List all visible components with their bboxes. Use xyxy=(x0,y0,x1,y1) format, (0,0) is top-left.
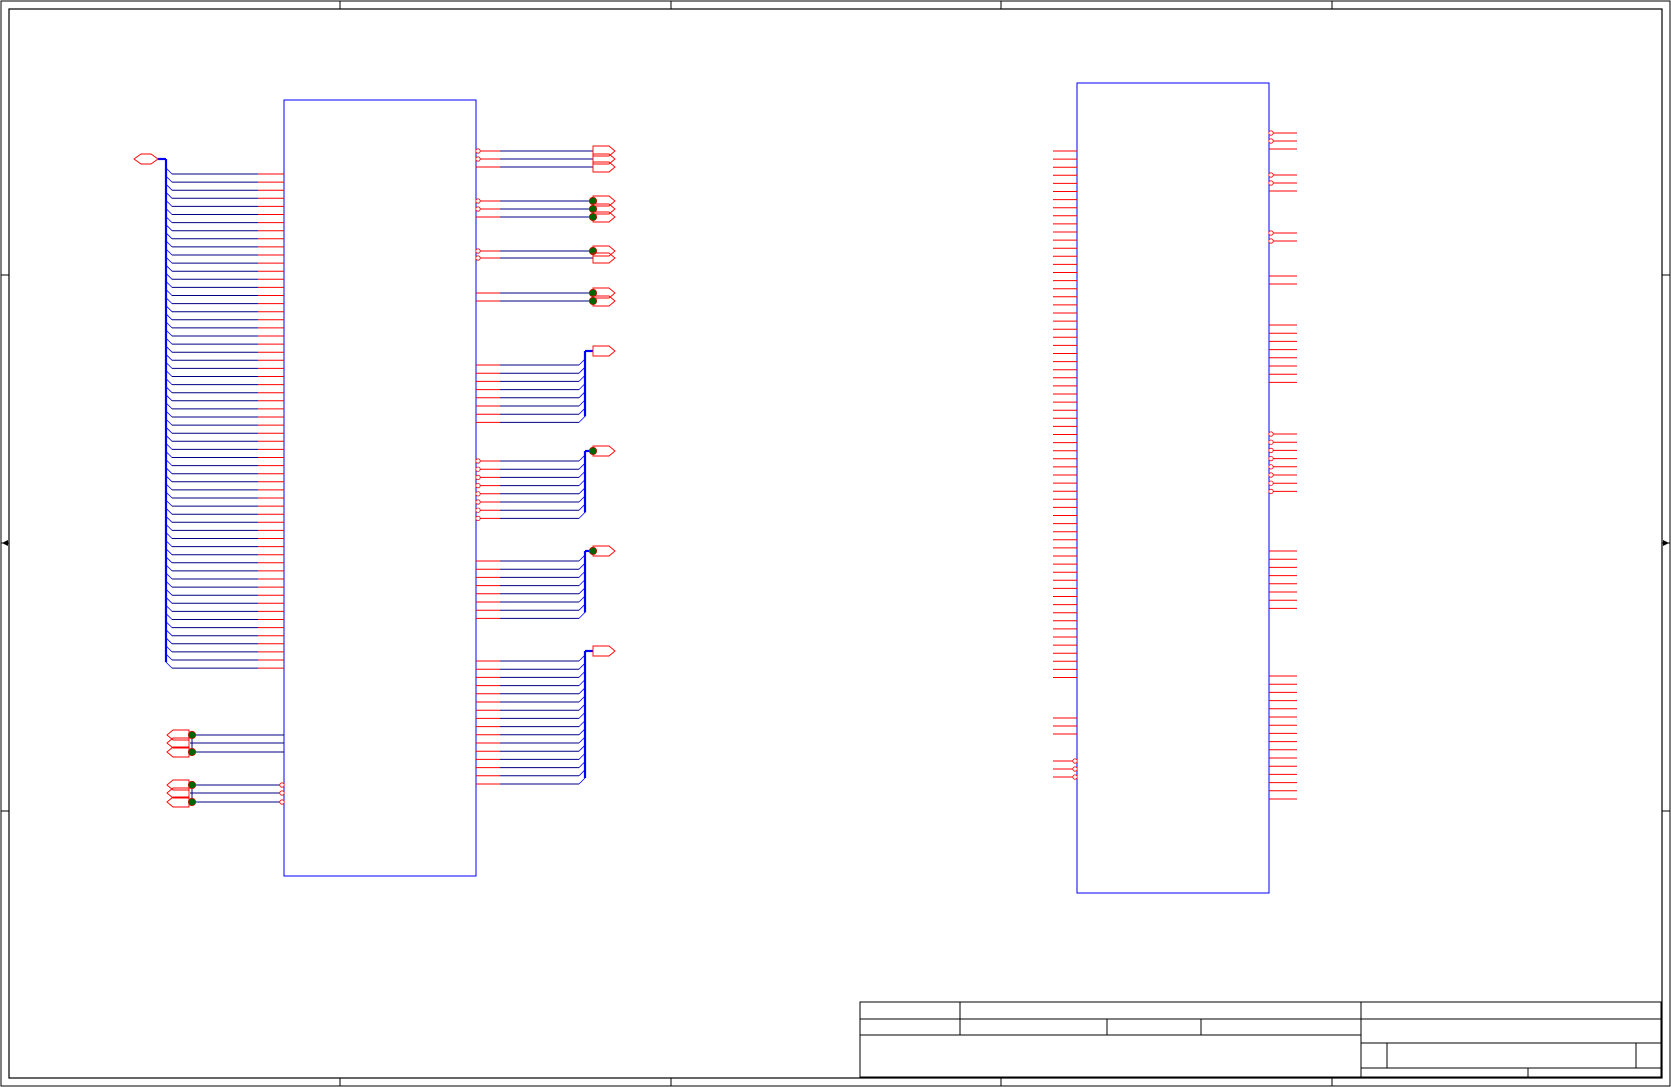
inversion-bubble xyxy=(1072,758,1078,764)
inversion-bubble xyxy=(1268,480,1274,486)
u1-body xyxy=(283,99,477,877)
inversion-bubble xyxy=(1268,138,1274,144)
junction-dot xyxy=(187,797,197,807)
junction-dot xyxy=(588,446,598,456)
bus-entry xyxy=(578,777,586,785)
inversion-bubble xyxy=(475,458,481,464)
inversion-bubble xyxy=(1268,180,1274,186)
bus-port xyxy=(592,345,616,357)
u1-left-pins xyxy=(165,167,285,808)
inversion-bubble xyxy=(1268,455,1274,462)
inversion-bubble xyxy=(475,474,481,480)
sheet-frame xyxy=(0,0,1671,1087)
bus-entry xyxy=(578,512,586,519)
left-bus-port xyxy=(133,153,159,165)
part-u2[interactable] xyxy=(1053,82,1297,894)
inversion-bubble xyxy=(1268,472,1274,478)
u1-right-pins xyxy=(475,148,593,785)
inversion-bubble xyxy=(1072,774,1078,780)
inversion-bubble xyxy=(1268,431,1274,437)
inversion-bubble xyxy=(1268,488,1274,494)
output-port xyxy=(592,161,616,173)
inversion-bubble xyxy=(475,255,481,261)
u1-left-bus xyxy=(133,153,168,663)
u2-body xyxy=(1076,82,1270,894)
bus-entry xyxy=(578,416,586,423)
left-center-arrow xyxy=(2,540,8,546)
right-center-arrow xyxy=(1663,540,1669,546)
input-port xyxy=(166,796,190,808)
input-port xyxy=(166,787,190,799)
inversion-bubble xyxy=(475,198,481,204)
part-u1[interactable] xyxy=(133,99,616,877)
inversion-bubble xyxy=(279,790,285,796)
inversion-bubble xyxy=(475,148,481,154)
input-port xyxy=(166,746,190,758)
inversion-bubble xyxy=(475,482,481,489)
inversion-bubble xyxy=(1268,238,1274,244)
inversion-bubble xyxy=(475,491,481,497)
title-block xyxy=(859,1001,1662,1078)
inversion-bubble xyxy=(279,799,285,805)
junction-dot xyxy=(588,296,598,306)
u1-ports xyxy=(588,145,616,657)
bus-entry xyxy=(165,661,173,669)
junction-dot xyxy=(187,780,197,790)
u1-right-buses xyxy=(583,349,593,778)
output-port xyxy=(592,252,616,264)
inversion-bubble xyxy=(475,507,481,513)
zone-ticks xyxy=(1,1,1670,1086)
outer-border xyxy=(0,0,1671,1087)
inversion-bubble xyxy=(1268,230,1274,236)
output-port xyxy=(592,153,616,165)
bus-port xyxy=(592,645,616,657)
inversion-bubble xyxy=(475,515,481,522)
inversion-bubble xyxy=(1268,464,1274,470)
inversion-bubble xyxy=(1268,447,1274,453)
junction-dot xyxy=(588,546,598,556)
inversion-bubble xyxy=(475,499,481,505)
junction-dot xyxy=(588,212,598,222)
inversion-bubble xyxy=(1268,130,1274,136)
inversion-bubble xyxy=(475,248,481,254)
inversion-bubble xyxy=(1072,766,1078,772)
input-port xyxy=(166,779,190,791)
u2-right-pins xyxy=(1268,130,1297,800)
output-port xyxy=(592,145,616,157)
input-port xyxy=(166,737,190,749)
inner-border xyxy=(8,8,1663,1079)
inversion-bubble xyxy=(1268,172,1274,178)
junction-dot xyxy=(187,730,197,740)
inversion-bubble xyxy=(475,206,481,212)
schematic-canvas xyxy=(0,0,1671,1087)
inversion-bubble xyxy=(279,782,285,788)
inversion-bubble xyxy=(475,156,481,162)
input-port xyxy=(166,729,190,741)
bus-entry xyxy=(578,612,586,619)
inversion-bubble xyxy=(1268,439,1274,445)
inversion-bubble xyxy=(475,466,481,472)
u2-left-pins xyxy=(1053,150,1078,780)
junction-dot xyxy=(187,747,197,757)
